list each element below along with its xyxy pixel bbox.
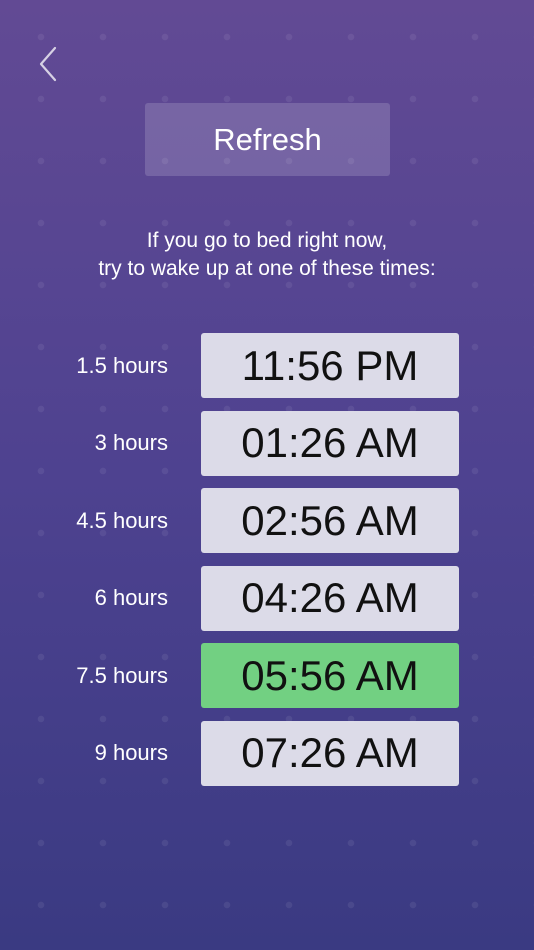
sleep-duration-label: 1.5 hours xyxy=(76,352,168,378)
wake-time-row: 9 hours 07:26 AM xyxy=(0,720,534,786)
wake-time-row: 4.5 hours 02:56 AM xyxy=(0,488,534,553)
intro-line-1: If you go to bed right now, xyxy=(146,229,388,252)
wake-time-button[interactable]: 05:56 AM xyxy=(201,643,459,708)
sleep-duration-label: 9 hours xyxy=(94,740,168,765)
sleep-duration-label: 3 hours xyxy=(94,430,168,455)
wake-time-row: 6 hours 04:26 AM xyxy=(0,565,534,631)
wake-time-button[interactable]: 02:56 AM xyxy=(201,488,459,553)
wake-time-row: 7.5 hours 05:56 AM xyxy=(0,643,534,708)
wake-time-button[interactable]: 01:26 AM xyxy=(201,410,459,476)
wake-time-button[interactable]: 11:56 PM xyxy=(201,333,459,398)
wake-time-button[interactable]: 07:26 AM xyxy=(201,720,459,786)
intro-text: If you go to bed right now, try to wake … xyxy=(0,227,534,283)
wake-time-button[interactable]: 04:26 AM xyxy=(201,565,459,631)
sleep-duration-label: 4.5 hours xyxy=(76,507,168,533)
intro-line-2: try to wake up at one of these times: xyxy=(98,257,436,280)
chevron-left-icon xyxy=(39,46,57,82)
sleep-duration-label: 7.5 hours xyxy=(76,662,168,688)
back-button[interactable] xyxy=(36,44,62,84)
sleep-duration-label: 6 hours xyxy=(94,585,168,610)
refresh-button[interactable]: Refresh xyxy=(145,103,390,176)
wake-time-row: 3 hours 01:26 AM xyxy=(0,410,534,476)
wake-time-row: 1.5 hours 11:56 PM xyxy=(0,333,534,398)
